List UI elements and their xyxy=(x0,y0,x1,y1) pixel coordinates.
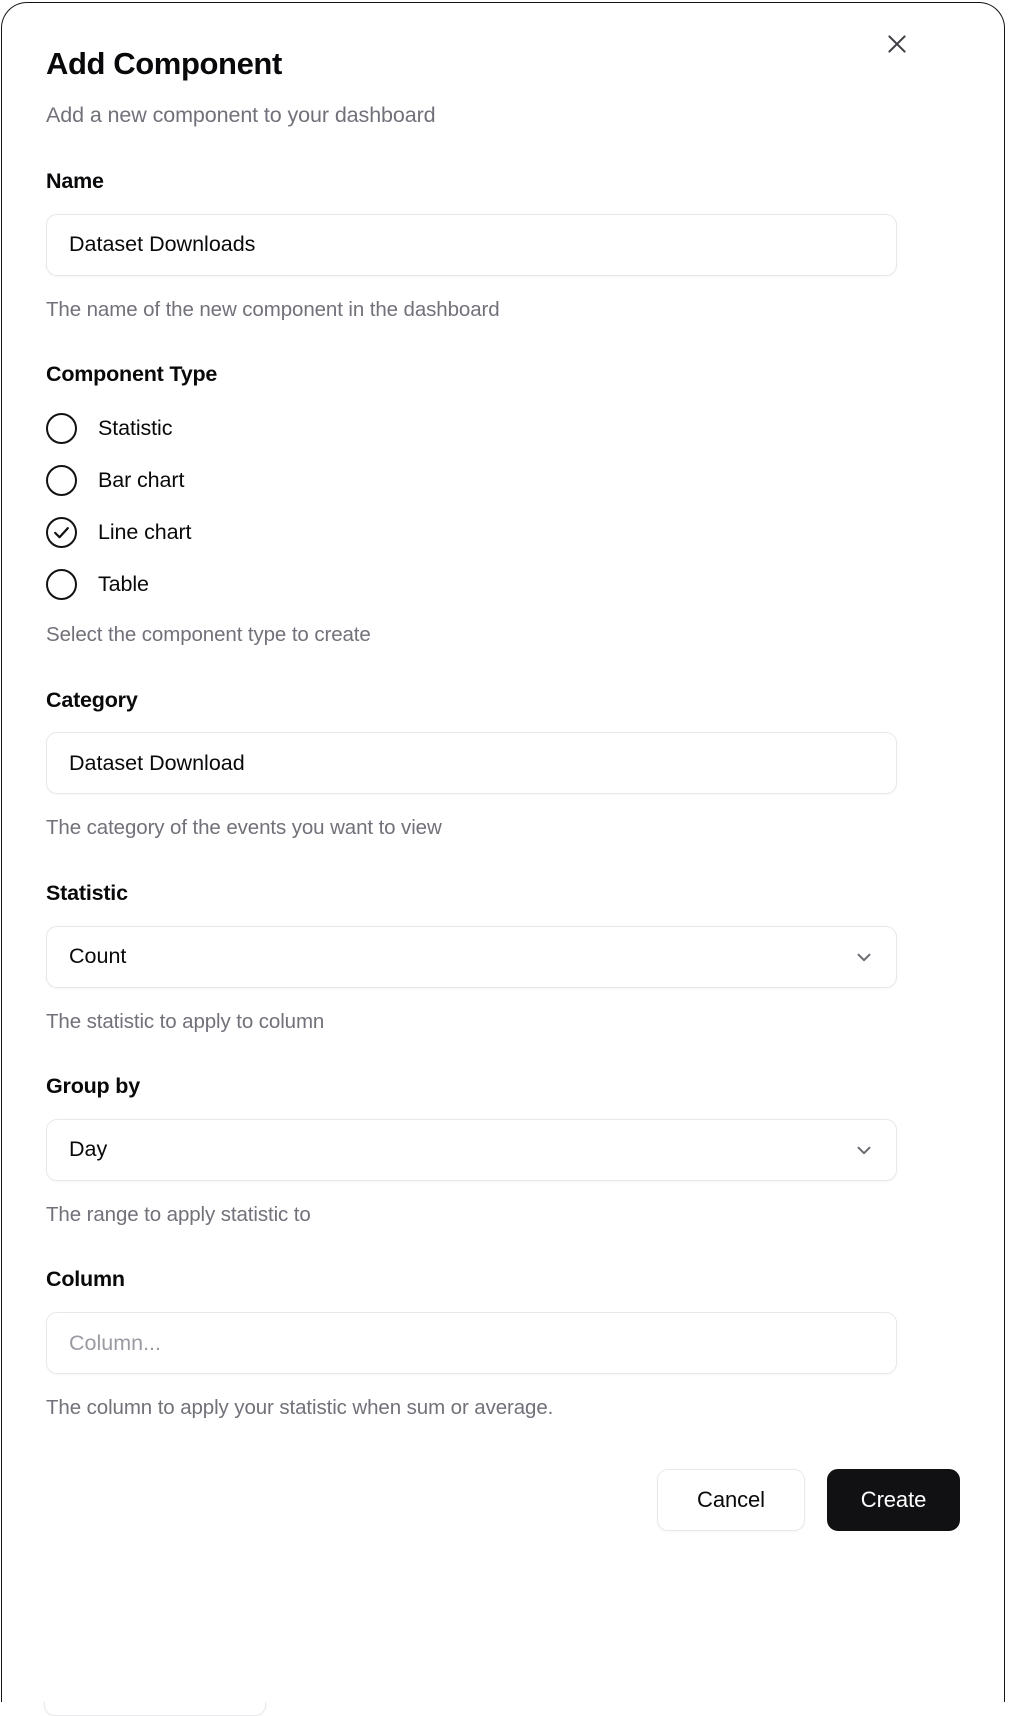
name-hint: The name of the new component in the das… xyxy=(46,297,500,321)
statistic-field-group: Statistic Count The statistic to apply t… xyxy=(46,881,960,1034)
component-type-hint: Select the component type to create xyxy=(46,622,371,646)
category-label: Category xyxy=(46,687,138,712)
radio-label-bar-chart: Bar chart xyxy=(98,468,185,493)
name-field-group: Name The name of the new component in th… xyxy=(46,169,960,322)
group-by-label: Group by xyxy=(46,1074,140,1099)
close-icon xyxy=(884,31,910,57)
create-button[interactable]: Create xyxy=(827,1468,960,1531)
category-field-group: Category The category of the events you … xyxy=(46,688,960,841)
statistic-select-wrapper: Count xyxy=(46,925,897,988)
component-type-group: Component Type Statistic Bar chart Line … xyxy=(46,362,960,647)
group-by-field-group: Group by Day The range to apply statisti… xyxy=(46,1074,960,1227)
column-field-group: Column The column to apply your statisti… xyxy=(46,1267,960,1420)
add-component-dialog: Add Component Add a new component to you… xyxy=(1,2,1005,1702)
statistic-select[interactable]: Count xyxy=(46,925,897,988)
radio-option-statistic[interactable]: Statistic xyxy=(46,403,960,455)
radio-option-line-chart[interactable]: Line chart xyxy=(46,507,960,559)
name-label: Name xyxy=(46,168,104,193)
dialog-footer: Cancel Create xyxy=(46,1468,960,1531)
close-icon-button[interactable] xyxy=(878,25,916,63)
group-by-select[interactable]: Day xyxy=(46,1118,897,1181)
radio-option-table[interactable]: Table xyxy=(46,559,960,611)
category-hint: The category of the events you want to v… xyxy=(46,816,442,840)
radio-circle-icon xyxy=(46,569,77,601)
component-type-label: Component Type xyxy=(46,362,218,387)
dialog-header: Add Component Add a new component to you… xyxy=(46,46,960,129)
radio-circle-checked-icon xyxy=(46,517,77,549)
cancel-button[interactable]: Cancel xyxy=(657,1468,805,1531)
radio-label-table: Table xyxy=(98,572,149,597)
statistic-hint: The statistic to apply to column xyxy=(46,1009,325,1033)
component-type-radio-group: Statistic Bar chart Line chart Table xyxy=(46,403,960,611)
radio-label-statistic: Statistic xyxy=(98,416,173,441)
group-by-select-value: Day xyxy=(69,1137,108,1162)
column-hint: The column to apply your statistic when … xyxy=(46,1396,554,1420)
group-by-select-wrapper: Day xyxy=(46,1118,897,1181)
page-title: Add Component xyxy=(46,46,282,81)
statistic-label: Statistic xyxy=(46,880,128,905)
category-input[interactable] xyxy=(46,732,897,795)
column-label: Column xyxy=(46,1267,125,1292)
group-by-hint: The range to apply statistic to xyxy=(46,1202,311,1226)
dialog-subtitle: Add a new component to your dashboard xyxy=(46,103,436,128)
radio-circle-icon xyxy=(46,465,77,497)
radio-circle-icon xyxy=(46,413,77,445)
radio-label-line-chart: Line chart xyxy=(98,520,192,545)
radio-option-bar-chart[interactable]: Bar chart xyxy=(46,455,960,507)
name-input[interactable] xyxy=(46,213,897,276)
column-input[interactable] xyxy=(46,1312,897,1375)
statistic-select-value: Count xyxy=(69,944,127,969)
